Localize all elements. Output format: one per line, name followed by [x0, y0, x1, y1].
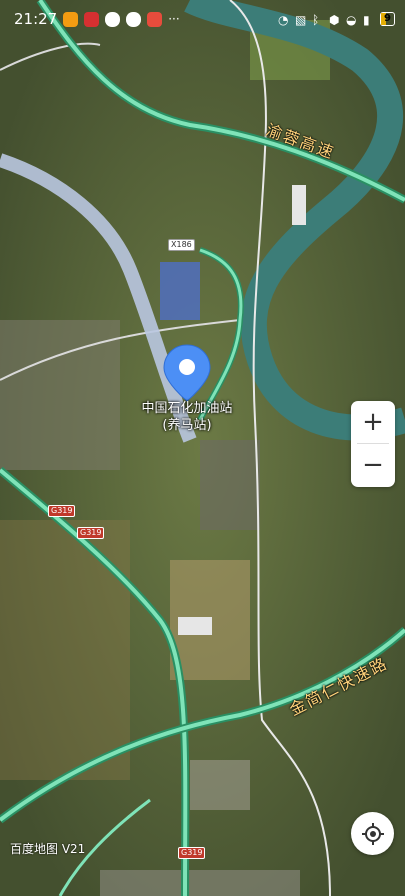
wifi-icon: ◒: [346, 13, 357, 27]
poi-label[interactable]: 中国石化加油站 (养马站): [125, 400, 249, 434]
app-icon-weibo: [105, 11, 121, 27]
shield-x186: X186: [168, 239, 195, 251]
zoom-in-button[interactable]: +: [351, 401, 395, 443]
app-icon-weibo-2: [126, 11, 142, 27]
zoom-out-button[interactable]: −: [351, 444, 395, 486]
app-icon-red-2: [147, 11, 163, 27]
locate-button[interactable]: [351, 812, 394, 855]
map-brand: 百度地图 V21: [10, 842, 86, 856]
speed-icon: ◔: [278, 13, 289, 27]
shield-g319-c: G319: [178, 847, 206, 859]
shield-g319-a: G319: [48, 505, 76, 517]
zoom-control: + −: [351, 401, 395, 487]
location-pin-icon[interactable]: [163, 344, 211, 402]
app-icon-red: [84, 11, 100, 27]
nfc-icon: ▧: [295, 13, 307, 27]
crosshair-icon: [361, 822, 384, 845]
satellite-map[interactable]: [0, 0, 405, 896]
shield-g319-b: G319: [77, 527, 105, 539]
poi-name: 中国石化加油站: [141, 401, 233, 416]
clock: 21:27: [14, 10, 58, 28]
location-icon: ⬢: [329, 13, 340, 27]
battery-icon: 9: [380, 12, 395, 26]
app-icon-orange: [63, 11, 79, 27]
poi-subname: (养马站): [162, 418, 212, 433]
bluetooth-icon: ᛒ: [312, 13, 320, 27]
status-bar: 21:27 ··· ◔ ▧ ᛒ ⬢ ◒ ▮ 9: [0, 0, 405, 38]
more-icon: ···: [168, 12, 180, 26]
signal-icon: ▮: [363, 13, 370, 27]
